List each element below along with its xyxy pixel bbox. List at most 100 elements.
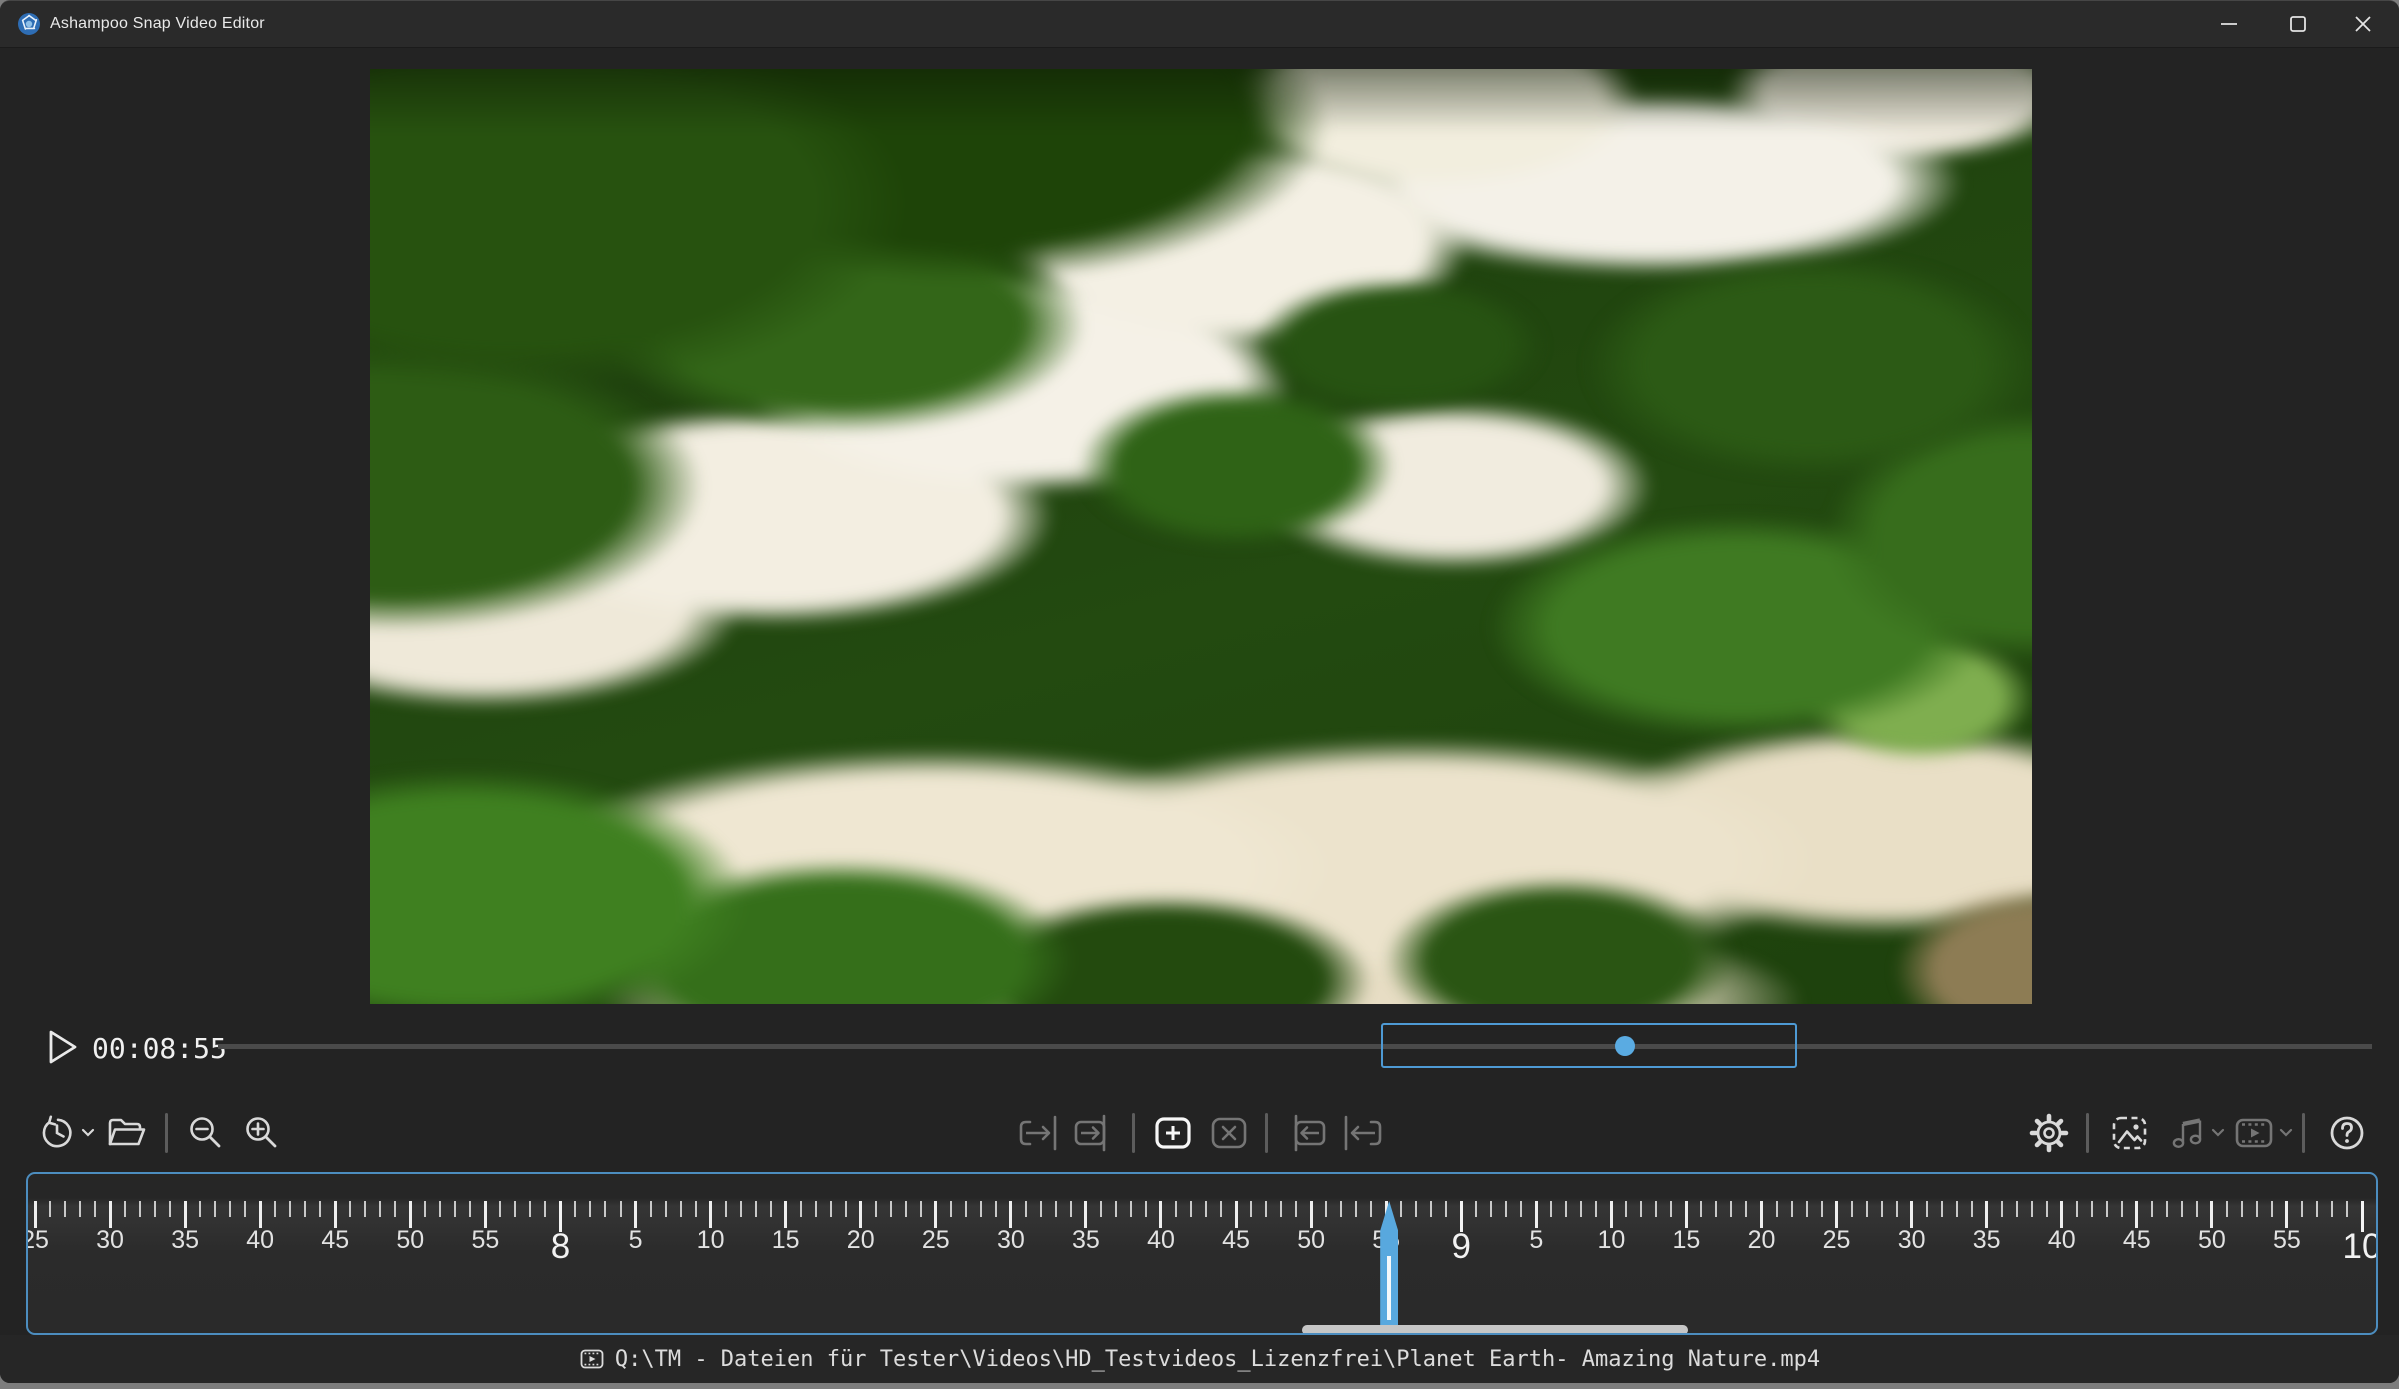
ruler-tick [364, 1201, 366, 1217]
trim-start-button[interactable] [1340, 1109, 1386, 1157]
close-button[interactable] [2331, 1, 2395, 47]
move-segment-end-button[interactable] [1070, 1109, 1116, 1157]
ruler-tick [604, 1201, 606, 1217]
ruler-second-label: 25 [1797, 1226, 1877, 1255]
seek-track[interactable] [218, 1044, 2372, 1049]
move-segment-start-button[interactable] [1284, 1109, 1330, 1157]
ruler-second-label: 30 [1872, 1226, 1952, 1255]
timeline-ruler[interactable]: 2530354045505585101520253035404550559510… [26, 1172, 2378, 1335]
ruler-tick [1580, 1201, 1582, 1217]
ruler-tick [845, 1201, 847, 1217]
ruler-second-label: 10 [1571, 1226, 1651, 1255]
ruler-tick [2271, 1201, 2273, 1217]
ruler-tick [1851, 1201, 1853, 1217]
status-bar: Q:\TM - Dateien für Tester\Videos\HD_Tes… [0, 1335, 2399, 1383]
ruler-tick [665, 1201, 667, 1217]
ruler-tick [1475, 1201, 1477, 1217]
add-segment-button[interactable] [1150, 1109, 1196, 1157]
settings-button[interactable] [2028, 1109, 2070, 1157]
open-file-button[interactable] [104, 1109, 148, 1157]
play-button[interactable] [38, 1024, 84, 1070]
minimize-icon [2216, 11, 2242, 37]
minimize-button[interactable] [2197, 1, 2261, 47]
history-clock-icon [36, 1112, 78, 1154]
ruler-second-label: 25 [26, 1226, 75, 1255]
ruler-tick [695, 1201, 697, 1217]
timeline-scrollbar-thumb[interactable] [1302, 1325, 1688, 1335]
ruler-tick [634, 1201, 637, 1228]
trim-end-button[interactable] [1015, 1109, 1061, 1157]
ruler-tick [709, 1201, 712, 1228]
ruler-tick [184, 1201, 187, 1228]
ruler-tick [1325, 1201, 1327, 1217]
video-preview [370, 69, 2032, 1004]
zoom-out-icon [184, 1112, 226, 1154]
zoom-out-button[interactable] [184, 1109, 226, 1157]
ruler-tick [980, 1201, 982, 1217]
app-logo-icon[interactable] [17, 12, 41, 36]
ruler-tick [1941, 1201, 1943, 1217]
ruler-tick [124, 1201, 126, 1217]
audio-options-button[interactable] [2166, 1109, 2225, 1157]
ruler-tick [259, 1201, 262, 1228]
ruler-tick [49, 1201, 51, 1217]
ruler-tick [1745, 1201, 1747, 1217]
ruler-tick [620, 1201, 622, 1217]
ruler-second-label: 45 [1196, 1226, 1276, 1255]
maximize-button[interactable] [2266, 1, 2330, 47]
ruler-tick [1655, 1201, 1657, 1217]
ruler-tick [2181, 1201, 2183, 1217]
ruler-tick [800, 1201, 802, 1217]
seek-viewport-rect[interactable] [1381, 1023, 1797, 1068]
ruler-tick [2226, 1201, 2228, 1217]
ruler-tick [950, 1201, 952, 1217]
ruler-tick [1881, 1201, 1883, 1217]
ruler-tick [304, 1201, 306, 1217]
ruler-tick [154, 1201, 156, 1217]
ruler-tick [319, 1201, 321, 1217]
ruler-second-label: 25 [896, 1226, 976, 1255]
export-frame-button[interactable] [2108, 1109, 2152, 1157]
ruler-tick [574, 1201, 576, 1217]
ruler-tick [409, 1201, 412, 1228]
toolbar-separator [2086, 1113, 2089, 1153]
ruler-tick [454, 1201, 456, 1217]
video-file-icon [579, 1346, 605, 1372]
recent-history-button[interactable] [36, 1109, 95, 1157]
toolbar-separator [1132, 1113, 1135, 1153]
ruler-tick [2076, 1201, 2078, 1217]
app-window: Ashampoo Snap Video Editor 00:08:55 [0, 0, 2399, 1383]
help-button[interactable] [2325, 1109, 2369, 1157]
remove-segment-button[interactable] [1206, 1109, 1252, 1157]
ruler-tick [1505, 1201, 1507, 1217]
export-video-button[interactable] [2232, 1109, 2293, 1157]
ruler-tick [890, 1201, 892, 1217]
ruler-tick [2196, 1201, 2198, 1217]
ruler-tick [830, 1201, 832, 1217]
ruler-tick [2060, 1201, 2063, 1228]
ruler-second-label: 55 [445, 1226, 525, 1255]
ruler-tick [2106, 1201, 2108, 1217]
zoom-in-button[interactable] [240, 1109, 282, 1157]
timeline-playhead[interactable] [1380, 1201, 1398, 1325]
playhead-center-line [1387, 1256, 1391, 1320]
ruler-tick [1280, 1201, 1282, 1217]
ruler-tick [1535, 1201, 1538, 1228]
seek-position-dot[interactable] [1615, 1036, 1635, 1056]
ruler-tick [920, 1201, 922, 1217]
ruler-tick [2210, 1201, 2213, 1228]
toolbar-separator [165, 1113, 168, 1153]
ruler-tick [2135, 1201, 2138, 1228]
ruler-tick [424, 1201, 426, 1217]
ruler-tick [995, 1201, 997, 1217]
video-jungle-foliage [370, 69, 2032, 1004]
ruler-tick [934, 1201, 937, 1228]
ruler-tick [289, 1201, 291, 1217]
toolbar-separator [1265, 1113, 1268, 1153]
ruler-tick [2166, 1201, 2168, 1217]
ruler-second-label: 20 [1721, 1226, 1801, 1255]
ruler-tick [1130, 1201, 1132, 1217]
ruler-tick [379, 1201, 381, 1217]
gear-icon [2028, 1112, 2070, 1154]
ruler-tick [1791, 1201, 1793, 1217]
